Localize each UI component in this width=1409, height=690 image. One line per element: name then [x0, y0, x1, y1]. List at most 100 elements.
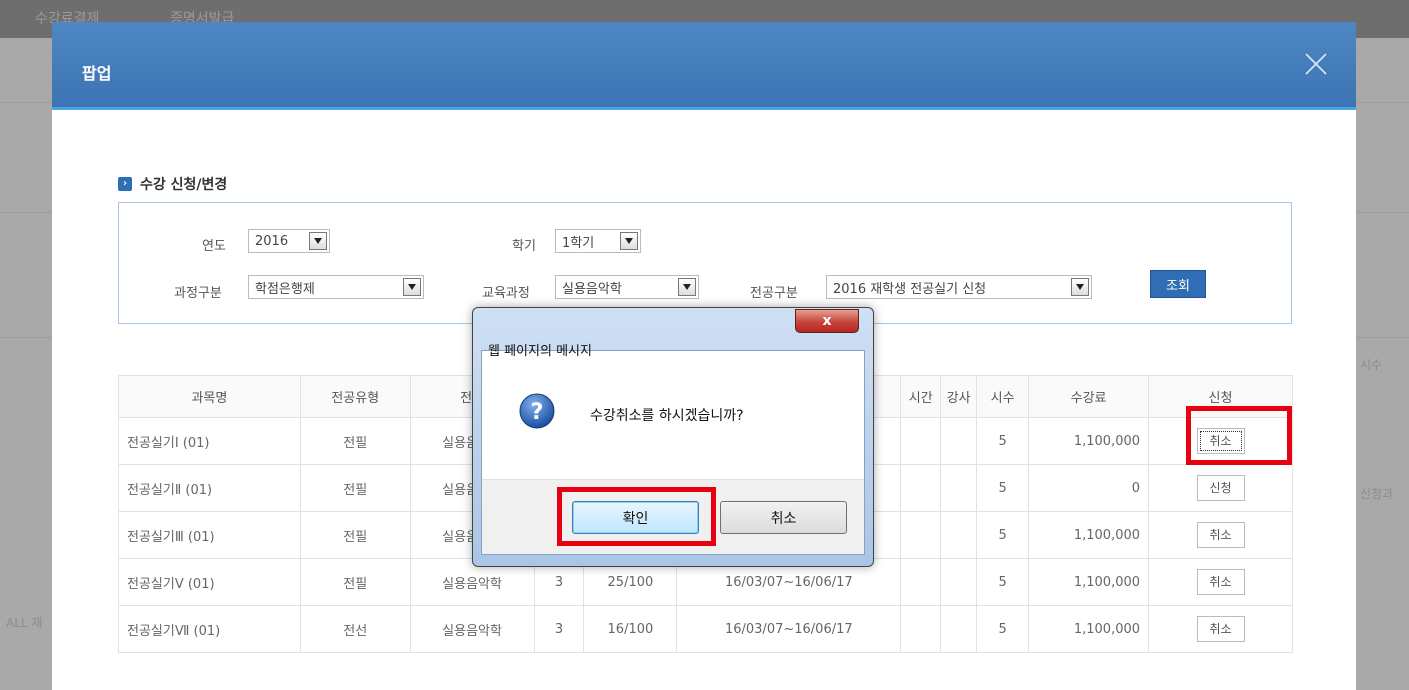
- dialog-body: ? 수강취소를 하시겠습니까? 확인 취소: [481, 350, 865, 555]
- dialog-close-button[interactable]: x: [795, 309, 859, 333]
- year-select-value: 2016: [255, 233, 289, 249]
- semester-label: 학기: [512, 239, 536, 254]
- major: 실용음악학: [409, 605, 535, 653]
- apply-enrollment-button[interactable]: 신청: [1196, 475, 1245, 501]
- time: [900, 558, 942, 606]
- column-header: 수강료: [1028, 375, 1150, 418]
- time: [900, 417, 942, 465]
- course-type-select-value: 학점은행제: [255, 281, 315, 297]
- dialog-message-area: ? 수강취소를 하시겠습니까?: [482, 351, 864, 479]
- background-divider: [0, 212, 60, 213]
- dialog-button-area: 확인 취소: [482, 479, 864, 554]
- enrollment-count: 16/100: [583, 605, 678, 653]
- semester-select-value: 1학기: [562, 235, 595, 251]
- course-name: 전공실기Ⅲ (01): [118, 511, 301, 559]
- fee: 1,100,000: [1028, 511, 1150, 559]
- hours: 5: [976, 511, 1030, 559]
- instructor: [940, 558, 978, 606]
- credit: 3: [533, 605, 585, 653]
- background-divider: [1349, 212, 1409, 213]
- course-name: 전공실기Ⅰ (01): [118, 417, 301, 465]
- major-type: 전필: [299, 558, 411, 606]
- chevron-down-icon[interactable]: [678, 278, 696, 296]
- major-type: 전선: [299, 605, 411, 653]
- column-header: 전공유형: [299, 375, 411, 418]
- hours: 5: [976, 464, 1030, 512]
- question-icon: ?: [519, 393, 555, 429]
- instructor: [940, 417, 978, 465]
- hours: 5: [976, 558, 1030, 606]
- cancel-enrollment-button[interactable]: 취소: [1196, 428, 1245, 454]
- time: [900, 605, 942, 653]
- background-hours-label: 시수: [1360, 358, 1383, 372]
- background-divider: [0, 337, 60, 338]
- major-select-value: 2016 재학생 전공실기 신청: [833, 281, 987, 297]
- svg-text:?: ?: [531, 400, 544, 425]
- major-label: 전공구분: [750, 286, 798, 301]
- column-header: 과목명: [118, 375, 301, 418]
- fee: 0: [1028, 464, 1150, 512]
- year-select[interactable]: 2016: [248, 229, 330, 253]
- action-cell: 취소: [1148, 558, 1293, 606]
- cancel-enrollment-button[interactable]: 취소: [1196, 522, 1245, 548]
- search-panel: [118, 202, 1292, 324]
- chevron-down-icon[interactable]: [309, 232, 327, 250]
- cancel-enrollment-button[interactable]: 취소: [1196, 569, 1245, 595]
- action-cell: 취소: [1148, 511, 1293, 559]
- search-button[interactable]: 조회: [1150, 270, 1206, 298]
- curriculum-select[interactable]: 실용음악학: [555, 275, 699, 299]
- fee: 1,100,000: [1028, 417, 1150, 465]
- course-name: 전공실기Ⅱ (01): [118, 464, 301, 512]
- close-icon[interactable]: [1304, 52, 1328, 76]
- course-type-label: 과정구분: [174, 286, 222, 301]
- background-divider: [1349, 337, 1409, 338]
- fee: 1,100,000: [1028, 605, 1150, 653]
- section-title-text: 수강 신청/변경: [140, 177, 228, 193]
- column-header: 신청: [1148, 375, 1293, 418]
- curriculum-label: 교육과정: [482, 286, 530, 301]
- chevron-down-icon[interactable]: [403, 278, 421, 296]
- action-cell: 신청: [1148, 464, 1293, 512]
- cancel-button[interactable]: 취소: [720, 501, 847, 534]
- column-header: 시수: [976, 375, 1030, 418]
- popup-header: 팝업: [52, 22, 1356, 110]
- close-icon: x: [822, 313, 832, 329]
- action-cell: 취소: [1148, 605, 1293, 653]
- table-row: 전공실기Ⅶ (01) 전선 실용음악학 3 16/100 16/03/07~16…: [118, 605, 1293, 653]
- year-label: 연도: [202, 239, 226, 254]
- instructor: [940, 511, 978, 559]
- course-name: 전공실기Ⅴ (01): [118, 558, 301, 606]
- chevron-down-icon[interactable]: [1071, 278, 1089, 296]
- ok-button[interactable]: 확인: [572, 501, 699, 534]
- dialog-title: 웹 페이지의 메시지: [488, 344, 592, 359]
- major-select[interactable]: 2016 재학생 전공실기 신청: [826, 275, 1092, 299]
- instructor: [940, 605, 978, 653]
- major-type: 전필: [299, 511, 411, 559]
- instructor: [940, 464, 978, 512]
- hours: 5: [976, 605, 1030, 653]
- section-title: › 수강 신청/변경: [118, 174, 227, 194]
- cancel-enrollment-button[interactable]: 취소: [1196, 616, 1245, 642]
- background-left-label: ALL 재: [6, 616, 43, 630]
- dialog-message: 수강취소를 하시겠습니까?: [590, 408, 744, 424]
- period: 16/03/07~16/06/17: [676, 605, 902, 653]
- semester-select[interactable]: 1학기: [555, 229, 641, 253]
- chevron-right-icon: ›: [118, 177, 132, 191]
- background-apply-label: 신청과: [1360, 487, 1394, 501]
- course-name: 전공실기Ⅶ (01): [118, 605, 301, 653]
- background-divider: [1349, 102, 1409, 103]
- curriculum-select-value: 실용음악학: [562, 281, 622, 297]
- action-cell: 취소: [1148, 417, 1293, 465]
- fee: 1,100,000: [1028, 558, 1150, 606]
- background-divider: [0, 102, 60, 103]
- course-type-select[interactable]: 학점은행제: [248, 275, 424, 299]
- popup-title: 팝업: [82, 64, 112, 83]
- time: [900, 511, 942, 559]
- column-header: 시간: [900, 375, 942, 418]
- column-header: 강사: [940, 375, 978, 418]
- major-type: 전필: [299, 464, 411, 512]
- chevron-down-icon[interactable]: [620, 232, 638, 250]
- time: [900, 464, 942, 512]
- major-type: 전필: [299, 417, 411, 465]
- hours: 5: [976, 417, 1030, 465]
